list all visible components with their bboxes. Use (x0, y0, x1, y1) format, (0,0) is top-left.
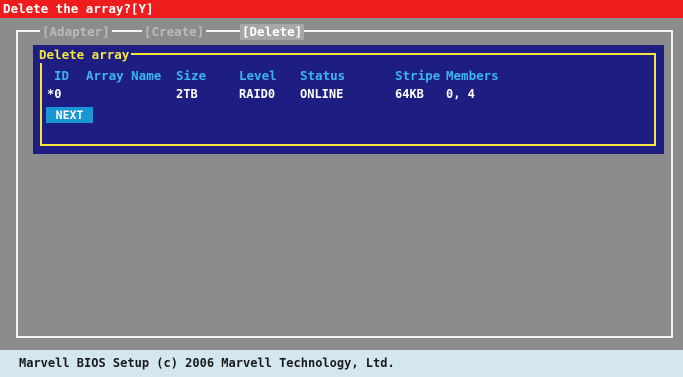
array-members-cell: 0, 4 (446, 87, 475, 101)
array-status-cell: ONLINE (300, 87, 344, 101)
array-stripe-cell: 64KB (395, 87, 424, 101)
array-level-cell: RAID0 (239, 87, 276, 101)
column-header-id: ID (54, 68, 70, 83)
dialog-title: Delete array (37, 47, 132, 63)
array-size-cell: 2TB (176, 87, 198, 101)
column-header-stripe: Stripe (395, 68, 441, 83)
dialog-frame (40, 53, 656, 146)
delete-confirm-prompt[interactable]: Delete the array?[Y] (0, 0, 683, 18)
column-header-array-name: Array Name (86, 68, 162, 83)
delete-array-dialog: Delete array ID Array Name Size Level St… (33, 45, 664, 154)
column-header-members: Members (446, 68, 499, 83)
footer-copyright: Marvell BIOS Setup (c) 2006 Marvell Tech… (0, 350, 683, 377)
tab-adapter[interactable]: [Adapter] (40, 24, 112, 40)
tab-create[interactable]: [Create] (142, 24, 207, 40)
array-id-cell[interactable]: *0 (47, 87, 61, 101)
column-header-level: Level (239, 68, 277, 83)
column-header-size: Size (176, 68, 207, 83)
tab-delete[interactable]: [Delete] (240, 24, 305, 40)
column-header-status: Status (300, 68, 346, 83)
next-button[interactable]: NEXT (46, 107, 93, 123)
